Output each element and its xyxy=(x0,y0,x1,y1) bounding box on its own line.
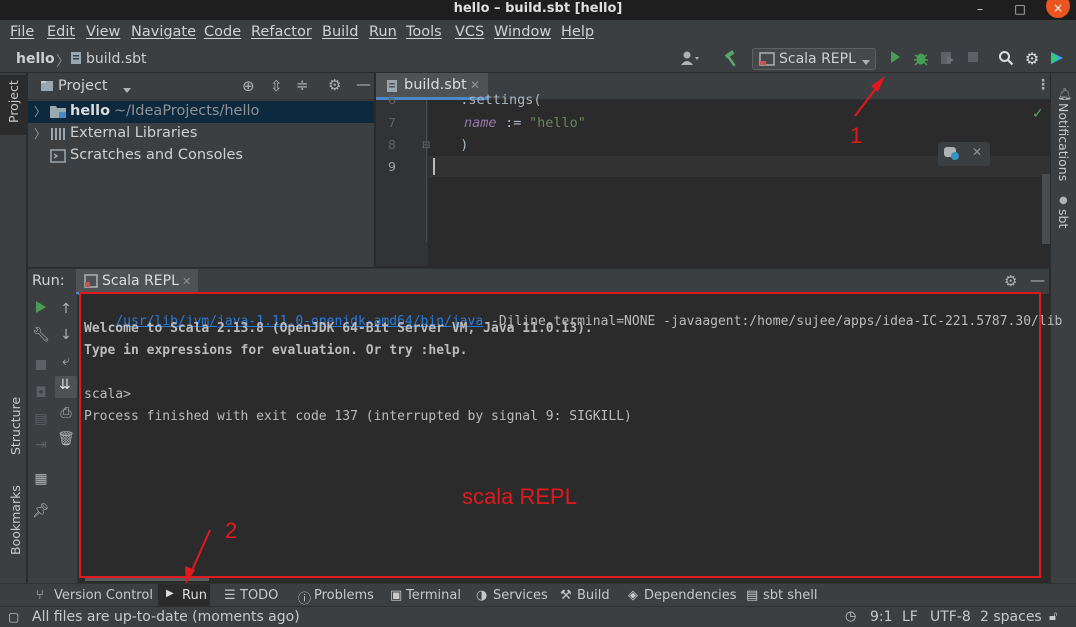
lock-icon[interactable]: 🔓︎ xyxy=(1049,609,1057,624)
status-message[interactable]: All files are up-to-date (moments ago) xyxy=(32,609,300,625)
tool-tab-services[interactable]: Services xyxy=(493,588,548,603)
tool-window-bar: ⑂ Version Control ▶ Run ☰ TODO ⓘ Problem… xyxy=(0,583,1076,607)
terminal-icon: ▣ xyxy=(390,588,403,603)
tool-tab-build[interactable]: Build xyxy=(577,588,610,603)
tool-tab-problems[interactable]: Problems xyxy=(314,588,374,603)
build-hammer-icon: ⚒ xyxy=(560,588,572,603)
indent-setting[interactable]: 2 spaces xyxy=(980,609,1042,625)
arrow-to-run-tab xyxy=(185,529,211,584)
clock-icon: ◷ xyxy=(845,609,857,624)
tool-tab-dependencies[interactable]: Dependencies xyxy=(644,588,737,603)
status-bar: ▢ All files are up-to-date (moments ago)… xyxy=(0,606,1076,627)
file-encoding[interactable]: UTF-8 xyxy=(930,609,971,625)
arrow-to-run-button xyxy=(854,76,885,117)
run-tab-icon: ▶ xyxy=(166,588,174,599)
services-icon: ◑ xyxy=(476,588,488,603)
tool-tab-todo[interactable]: TODO xyxy=(240,588,278,603)
version-control-icon: ⑂ xyxy=(36,588,44,603)
todo-icon: ☰ xyxy=(224,588,236,603)
tool-tab-run[interactable]: ▶ Run xyxy=(158,584,210,606)
tool-tab-sbt-shell[interactable]: sbt shell xyxy=(763,588,818,603)
caret-position[interactable]: 9:1 xyxy=(870,609,893,625)
problems-icon: ⓘ xyxy=(298,592,312,607)
tool-tab-version-control[interactable]: Version Control xyxy=(54,588,153,603)
annotation-arrows xyxy=(185,76,885,584)
status-toggle-icon[interactable]: ▢ xyxy=(8,610,19,624)
tool-tab-terminal[interactable]: Terminal xyxy=(406,588,461,603)
sbt-shell-icon: ▤ xyxy=(746,588,759,603)
tool-tab-label: Run xyxy=(182,588,207,603)
dependencies-icon: ◈ xyxy=(628,588,638,603)
line-separator[interactable]: LF xyxy=(902,609,918,625)
